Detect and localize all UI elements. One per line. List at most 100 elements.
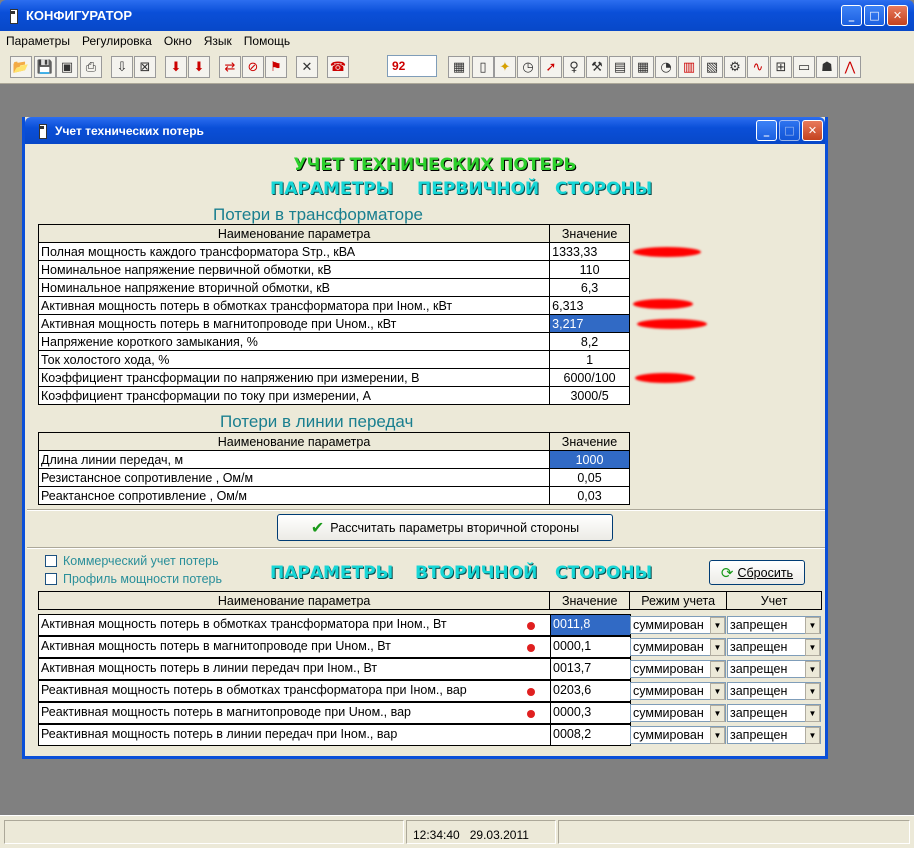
account-select[interactable]: запрещен ▼ (727, 616, 821, 634)
chevron-down-icon[interactable]: ▼ (805, 638, 820, 656)
chevron-down-icon[interactable]: ▼ (710, 638, 725, 656)
grid-icon[interactable]: ⊞ (770, 56, 792, 78)
maximize-button[interactable]: □ (864, 5, 885, 26)
bar-chart-icon[interactable]: ▥ (678, 56, 700, 78)
users-icon[interactable]: ☗ (816, 56, 838, 78)
param-value[interactable]: 6000/100 (549, 368, 630, 387)
chevron-down-icon[interactable]: ▼ (805, 660, 820, 678)
param-value[interactable]: 0013,7 (550, 658, 631, 680)
chart-icon[interactable]: ⋀ (839, 56, 861, 78)
graph-icon[interactable]: ∿ (747, 56, 769, 78)
dialog-maximize-button[interactable]: □ (779, 120, 800, 141)
table-row: Ток холостого хода, % 1 (37, 350, 630, 369)
menu-item-window[interactable]: Окно (164, 34, 192, 48)
param-value[interactable]: 0,05 (549, 468, 630, 487)
param-value-selected[interactable]: 3,217 (549, 314, 630, 333)
device-clear-icon[interactable]: ⊠ (134, 56, 156, 78)
param-value[interactable]: 0203,6 (550, 680, 631, 702)
account-select[interactable]: запрещен ▼ (727, 682, 821, 700)
meter-icon[interactable]: ▦ (448, 56, 470, 78)
param-value[interactable]: 0008,2 (550, 724, 631, 746)
report-icon[interactable]: ▧ (701, 56, 723, 78)
stop-icon[interactable]: ⊘ (242, 56, 264, 78)
chevron-down-icon[interactable]: ▼ (710, 660, 725, 678)
param-value[interactable]: 1 (549, 350, 630, 369)
config-icon[interactable]: ⚙ (724, 56, 746, 78)
chevron-down-icon[interactable]: ▼ (710, 616, 725, 634)
dialog-minimize-button[interactable]: _ (756, 120, 777, 141)
primary-heading-word3: СТОРОНЫ (555, 179, 653, 199)
address-field[interactable]: 92 (387, 55, 437, 77)
calculator-icon[interactable]: ▤ (609, 56, 631, 78)
open-icon[interactable]: 📂 (10, 56, 32, 78)
calculate-button-label: Рассчитать параметры вторичной стороны (330, 520, 580, 535)
flag-icon[interactable]: ⚑ (265, 56, 287, 78)
app-titlebar[interactable]: КОНФИГУРАТОР _ □ ✕ (0, 0, 914, 31)
param-value[interactable]: 0,03 (549, 486, 630, 505)
power-profile-checkbox[interactable]: Профиль мощности потерь (45, 572, 222, 586)
save-icon[interactable]: 💾 (34, 56, 56, 78)
checkbox-box[interactable] (45, 555, 57, 567)
account-select[interactable]: запрещен ▼ (727, 660, 821, 678)
calculate-secondary-button[interactable]: ✔ Рассчитать параметры вторичной стороны (277, 514, 613, 541)
print-icon[interactable]: ⎙ (80, 56, 102, 78)
param-value[interactable]: 6,313 (549, 296, 630, 315)
mode-select[interactable]: суммирован ▼ (630, 726, 726, 744)
param-value[interactable]: 1333,33 (549, 242, 630, 261)
chevron-down-icon[interactable]: ▼ (805, 704, 820, 722)
clock-icon[interactable]: ◔ (655, 56, 677, 78)
phone-icon[interactable]: ☎ (327, 56, 349, 78)
param-value-selected[interactable]: 1000 (549, 450, 630, 469)
key-icon[interactable]: ♀ (563, 56, 585, 78)
reset-button[interactable]: ⟳ Сбросить (709, 560, 805, 585)
secondary-table: Наименование параметра Значение Режим уч… (37, 591, 822, 610)
mode-select[interactable]: суммирован ▼ (630, 704, 726, 722)
mode-select[interactable]: суммирован ▼ (630, 660, 726, 678)
chevron-down-icon[interactable]: ▼ (805, 726, 820, 744)
tools-icon[interactable]: ⚒ (586, 56, 608, 78)
red-marker (633, 247, 701, 257)
upload-icon[interactable]: ⬇ (188, 56, 210, 78)
chevron-down-icon[interactable]: ▼ (710, 726, 725, 744)
param-value[interactable]: 8,2 (549, 332, 630, 351)
param-value[interactable]: 6,3 (549, 278, 630, 297)
minimize-button[interactable]: _ (841, 5, 862, 26)
mode-select[interactable]: суммирован ▼ (630, 616, 726, 634)
param-value[interactable]: 0011,8 (550, 614, 631, 636)
calendar-icon[interactable]: ◷ (517, 56, 539, 78)
chevron-down-icon[interactable]: ▼ (710, 704, 725, 722)
mode-select[interactable]: суммирован ▼ (630, 638, 726, 656)
mode-select[interactable]: суммирован ▼ (630, 682, 726, 700)
device-icon[interactable]: ▯ (472, 56, 494, 78)
param-value[interactable]: 3000/5 (549, 386, 630, 405)
account-select[interactable]: запрещен ▼ (727, 726, 821, 744)
chevron-down-icon[interactable]: ▼ (805, 682, 820, 700)
bulb-icon[interactable]: ✦ (494, 56, 516, 78)
menu-item-parameters[interactable]: Параметры (6, 34, 70, 48)
dialog-close-button[interactable]: ✕ (802, 120, 823, 141)
account-select[interactable]: запрещен ▼ (727, 704, 821, 722)
account-select[interactable]: запрещен ▼ (727, 638, 821, 656)
chevron-down-icon[interactable]: ▼ (805, 616, 820, 634)
menu-item-language[interactable]: Язык (204, 34, 232, 48)
device-read-icon[interactable]: ⇩ (111, 56, 133, 78)
download-icon[interactable]: ⬇ (165, 56, 187, 78)
menu-item-regulation[interactable]: Регулировка (82, 34, 152, 48)
param-value[interactable]: 0000,1 (550, 636, 631, 658)
commercial-accounting-checkbox[interactable]: Коммерческий учет потерь (45, 554, 219, 568)
checkbox-box[interactable] (45, 573, 57, 585)
cancel-icon[interactable]: ✕ (296, 56, 318, 78)
close-button[interactable]: ✕ (887, 5, 908, 26)
param-value[interactable]: 0000,3 (550, 702, 631, 724)
window-icon[interactable]: ▭ (793, 56, 815, 78)
param-value[interactable]: 110 (549, 260, 630, 279)
table-row: Активная мощность потерь в линии передач… (38, 658, 822, 680)
dialog-titlebar[interactable]: Учет технических потерь _ □ ✕ (25, 117, 825, 144)
chevron-down-icon[interactable]: ▼ (710, 682, 725, 700)
statusbar: 12:34:40 29.03.2011 (0, 815, 914, 848)
transfer-icon[interactable]: ⇄ (219, 56, 241, 78)
monitor-icon[interactable]: ▣ (56, 56, 78, 78)
menu-item-help[interactable]: Помощь (244, 34, 290, 48)
arrow-icon[interactable]: ➚ (540, 56, 562, 78)
table-icon[interactable]: ▦ (632, 56, 654, 78)
